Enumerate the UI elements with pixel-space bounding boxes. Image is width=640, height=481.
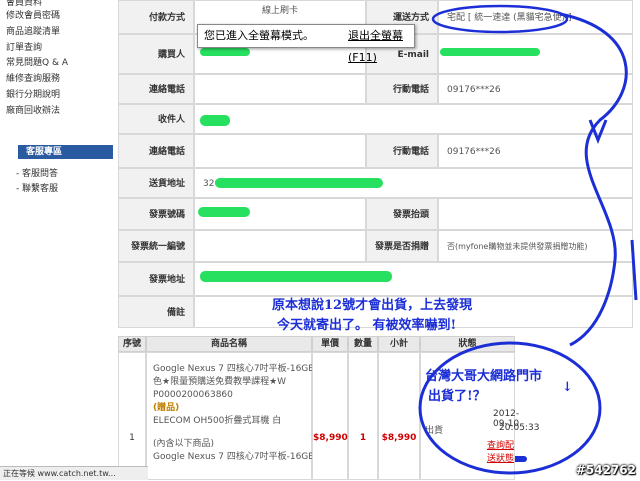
annotation-edge-stroke <box>630 239 638 301</box>
annotation-note2-arrow: ↓ <box>562 380 573 395</box>
annotation-arrow-path <box>559 12 628 347</box>
annotation-overlay <box>418 4 638 475</box>
annotation-note2-line1: 台灣大哥大網路門市 <box>425 369 543 384</box>
shipping-highlight-circle <box>431 4 569 34</box>
image-watermark: #542762 <box>575 463 636 477</box>
browser-status-bar: 正在等候 www.catch.net.tw... <box>0 466 148 480</box>
annotation-note1-line1: 原本想說12號才會出貨，上去發現 <box>272 298 473 313</box>
status-highlight-circle <box>418 341 602 475</box>
annotation-note2-line2: 出貨了!？ <box>428 389 486 404</box>
annotation-note1-line2: 今天就寄出了。 有被效率嚇到! <box>277 318 457 333</box>
